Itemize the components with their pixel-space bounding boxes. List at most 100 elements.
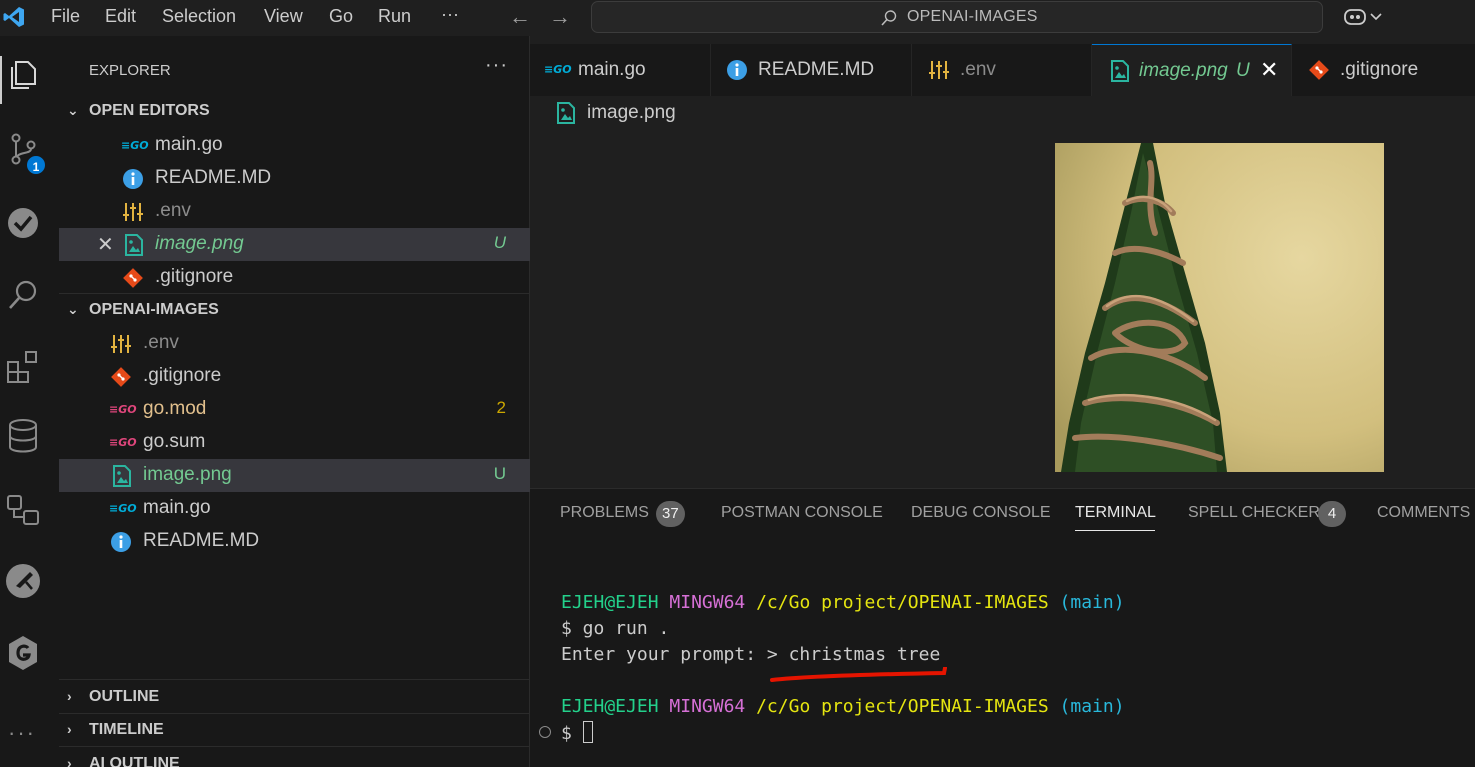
- database-icon: [9, 419, 37, 453]
- chevron-right-icon: ›: [67, 688, 72, 704]
- menu-edit[interactable]: Edit: [105, 6, 136, 27]
- open-editor-label: main.go: [155, 134, 223, 155]
- problem-count-decoration: 2: [496, 398, 506, 417]
- panel-tab-terminal[interactable]: TERMINAL: [1075, 504, 1156, 522]
- image-file-icon: [125, 234, 143, 256]
- activity-database[interactable]: [0, 406, 59, 466]
- file-readme[interactable]: README.MD: [59, 525, 530, 558]
- menu-selection[interactable]: Selection: [162, 6, 236, 27]
- problems-count-badge: 37: [656, 501, 685, 527]
- info-icon: [123, 169, 143, 189]
- menu-file[interactable]: File: [51, 6, 80, 27]
- open-editor-main-go[interactable]: ≡GO main.go: [59, 129, 530, 162]
- git-icon: [111, 367, 131, 387]
- terminal-cursor: [582, 721, 593, 743]
- panel-tab-debug-console[interactable]: DEBUG CONSOLE: [911, 504, 1051, 522]
- terminal-prompt-line: EJEH@EJEH MINGW64 /c/Go project/OPENAI-I…: [561, 696, 1125, 717]
- git-icon: [1309, 60, 1329, 80]
- activity-bar: 1 ···: [0, 36, 59, 767]
- git-untracked-decoration: U: [1236, 60, 1250, 81]
- section-ai-outline[interactable]: › AI OUTLINE: [59, 749, 530, 767]
- open-editor-gitignore[interactable]: .gitignore: [59, 261, 530, 294]
- spell-checker-count-badge: 4: [1318, 501, 1346, 527]
- go-file-icon: ≡GO: [544, 63, 572, 76]
- copilot-menu[interactable]: [1343, 6, 1385, 33]
- activity-postman[interactable]: [0, 550, 59, 610]
- source-control-badge: 1: [25, 154, 47, 176]
- tab-readme[interactable]: README.MD: [711, 44, 912, 96]
- menu-run[interactable]: Run: [378, 6, 411, 27]
- close-icon[interactable]: ✕: [1260, 57, 1278, 83]
- open-editor-label: image.png: [155, 233, 244, 254]
- command-center-search[interactable]: OPENAI-IMAGES: [591, 1, 1323, 33]
- close-icon[interactable]: ✕: [97, 232, 114, 257]
- tab-main-go[interactable]: ≡GO main.go: [530, 44, 711, 96]
- section-open-editors[interactable]: ⌄ OPEN EDITORS: [59, 96, 530, 126]
- open-editor-label: README.MD: [155, 167, 272, 188]
- file-main-go[interactable]: ≡GO main.go: [59, 492, 530, 525]
- search-icon: [881, 10, 897, 26]
- back-arrow-icon[interactable]: ←: [509, 4, 531, 30]
- file-gitignore[interactable]: .gitignore: [59, 360, 530, 393]
- file-label: image.png: [143, 464, 232, 485]
- image-preview: [1055, 143, 1384, 472]
- command-decoration-icon[interactable]: [539, 726, 551, 738]
- command-center-label: OPENAI-IMAGES: [907, 8, 1038, 25]
- explorer-sidebar: EXPLORER ··· ⌄ OPEN EDITORS ≡GO main.go …: [59, 36, 530, 767]
- activity-remote-explorer[interactable]: [0, 480, 59, 540]
- tab-image-png[interactable]: image.png U ✕: [1092, 44, 1292, 96]
- env-settings-icon: [929, 61, 949, 79]
- tab-env[interactable]: .env: [912, 44, 1092, 96]
- open-editor-readme[interactable]: README.MD: [59, 162, 530, 195]
- go-mod-icon: ≡GO: [109, 436, 137, 449]
- activity-search[interactable]: [0, 266, 59, 326]
- panel-tab-spell-checker[interactable]: SPELL CHECKER: [1188, 504, 1320, 522]
- section-project[interactable]: ⌄ OPENAI-IMAGES: [59, 295, 530, 325]
- menu-more[interactable]: ···: [441, 4, 459, 25]
- red-underline-annotation: [770, 667, 947, 682]
- file-go-sum[interactable]: ≡GO go.sum: [59, 426, 530, 459]
- open-editor-image-png[interactable]: ✕ image.png U: [59, 228, 530, 261]
- file-image-png[interactable]: image.png U: [59, 459, 530, 492]
- activity-extensions[interactable]: [0, 336, 59, 396]
- title-bar: File Edit Selection View Go Run ··· ← → …: [0, 0, 1475, 36]
- tab-label: image.png: [1139, 60, 1228, 81]
- tab-label: main.go: [578, 59, 646, 80]
- open-editor-env[interactable]: .env: [59, 195, 530, 228]
- info-icon: [111, 532, 131, 552]
- active-tab-underline: [1075, 530, 1155, 531]
- terminal-host: MINGW64: [669, 696, 746, 717]
- file-env[interactable]: .env: [59, 327, 530, 360]
- editor-tab-bar: ≡GO main.go README.MD .env image.png U ✕…: [530, 44, 1475, 96]
- go-file-icon: ≡GO: [109, 502, 137, 515]
- section-timeline[interactable]: › TIMELINE: [59, 715, 530, 745]
- terminal-input-line[interactable]: $: [561, 721, 593, 744]
- section-divider: [59, 679, 530, 680]
- image-file-icon: [1111, 60, 1129, 82]
- activity-more[interactable]: ···: [8, 720, 36, 746]
- chevron-down-icon: ⌄: [67, 301, 79, 317]
- menu-go[interactable]: Go: [329, 6, 353, 27]
- panel-tab-postman-console[interactable]: POSTMAN CONSOLE: [721, 504, 883, 522]
- git-untracked-decoration: U: [493, 233, 506, 252]
- file-go-mod[interactable]: ≡GO go.mod 2: [59, 393, 530, 426]
- activity-explorer[interactable]: [0, 46, 59, 106]
- file-label: .gitignore: [143, 365, 222, 386]
- section-divider: [59, 746, 530, 747]
- file-label: README.MD: [143, 530, 260, 551]
- activity-testing[interactable]: [0, 194, 59, 254]
- search-icon: [9, 280, 37, 309]
- panel-tab-problems[interactable]: PROBLEMS: [560, 504, 649, 522]
- tab-gitignore[interactable]: .gitignore: [1292, 44, 1475, 96]
- terminal-path: /c/Go project/OPENAI-IMAGES: [756, 696, 1049, 717]
- panel-tab-comments[interactable]: COMMENTS: [1377, 504, 1470, 522]
- terminal-host: MINGW64: [669, 592, 746, 613]
- section-divider: [59, 713, 530, 714]
- sidebar-more-actions[interactable]: ···: [485, 54, 508, 77]
- terminal-path: /c/Go project/OPENAI-IMAGES: [756, 592, 1049, 613]
- forward-arrow-icon[interactable]: →: [549, 4, 571, 30]
- activity-gitkraken[interactable]: [0, 622, 59, 682]
- menu-view[interactable]: View: [264, 6, 303, 27]
- open-editor-label: .gitignore: [155, 266, 234, 287]
- section-outline[interactable]: › OUTLINE: [59, 682, 530, 712]
